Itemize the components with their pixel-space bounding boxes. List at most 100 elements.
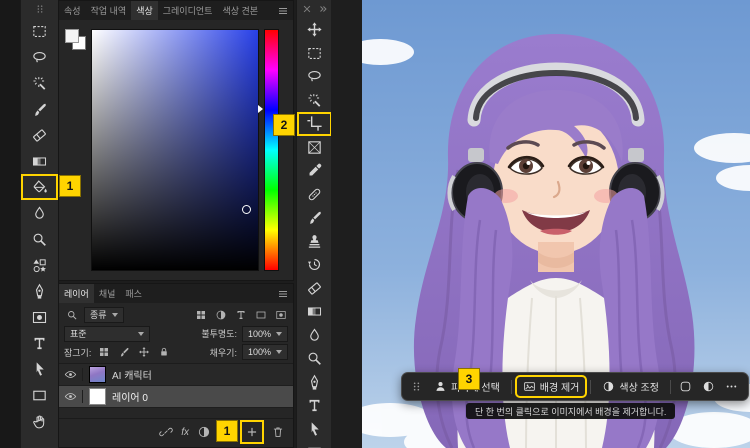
filter-smart-objects-icon[interactable] <box>273 309 288 321</box>
tool-gradient[interactable] <box>297 300 332 324</box>
main-toolbar <box>296 0 333 448</box>
tool-marquee[interactable] <box>297 42 332 66</box>
tool-pen[interactable] <box>21 278 58 304</box>
layer-thumbnail[interactable] <box>89 388 106 405</box>
tool-eraser[interactable] <box>21 122 58 148</box>
opacity-value[interactable]: 100% <box>242 326 288 342</box>
color-picker-dot[interactable] <box>242 205 251 214</box>
tab-색상 견본[interactable]: 색상 견본 <box>217 1 263 20</box>
layer-list: AI 캐릭터 레이어 0 <box>59 363 293 408</box>
tab-채널[interactable]: 채널 <box>94 284 121 303</box>
foreground-color-swatch[interactable] <box>65 29 79 43</box>
eraser-icon <box>306 280 323 297</box>
link-layers-icon[interactable] <box>159 425 173 439</box>
tab-작업 내역[interactable]: 작업 내역 <box>86 1 132 20</box>
tool-type[interactable] <box>297 394 332 418</box>
tool-lasso[interactable] <box>21 44 58 70</box>
filter-type-layers-icon[interactable] <box>233 309 248 321</box>
visibility-eye-icon[interactable] <box>64 368 83 381</box>
tab-속성[interactable]: 속성 <box>59 1 86 20</box>
heal-icon <box>306 186 323 203</box>
tool-pen[interactable] <box>297 371 332 395</box>
tool-dodge[interactable] <box>21 226 58 252</box>
tab-레이어[interactable]: 레이어 <box>59 284 94 303</box>
tool-shapes[interactable] <box>21 252 58 278</box>
tool-heal[interactable] <box>297 183 332 207</box>
rounded-shape-icon <box>679 380 692 393</box>
tab-색상[interactable]: 색상 <box>131 1 158 20</box>
adjustment-layer-icon[interactable] <box>197 425 211 439</box>
visibility-eye-icon[interactable] <box>64 390 83 403</box>
filter-pixel-layers-icon[interactable] <box>193 309 208 321</box>
layer-row-layer-0[interactable]: 레이어 0 <box>59 386 293 408</box>
filter-shape-layers-icon[interactable] <box>253 309 268 321</box>
tool-stamp[interactable] <box>297 230 332 254</box>
new-layer-button[interactable] <box>241 421 263 443</box>
tool-path-select[interactable] <box>21 356 58 382</box>
tool-hand[interactable] <box>21 408 58 434</box>
tool-type[interactable] <box>21 330 58 356</box>
divider <box>670 380 671 394</box>
layers-bottom-bar: fx <box>59 418 293 445</box>
layer-thumbnail[interactable] <box>89 366 106 383</box>
mask-icon <box>31 309 48 326</box>
tool-blur[interactable] <box>21 200 58 226</box>
fill-label: 채우기: <box>210 346 237 359</box>
layer-filter-select[interactable]: 종류 <box>84 307 124 323</box>
taskbar-drag-handle[interactable] <box>408 380 425 393</box>
layer-effects-button[interactable]: fx <box>181 427 189 438</box>
tool-dodge[interactable] <box>297 347 332 371</box>
tool-crop[interactable] <box>297 112 332 136</box>
contrast-button[interactable] <box>698 377 719 396</box>
hue-slider[interactable] <box>264 29 279 271</box>
fill-value[interactable]: 100% <box>242 344 288 360</box>
foreground-background-swatches[interactable] <box>65 29 87 51</box>
saturation-brightness-field[interactable] <box>91 29 259 271</box>
delete-layer-icon[interactable] <box>271 425 285 439</box>
color-panel-menu-button[interactable] <box>277 4 289 22</box>
tool-marquee[interactable] <box>21 18 58 44</box>
tool-move[interactable] <box>297 18 332 42</box>
tool-gradient[interactable] <box>21 148 58 174</box>
tool-blur[interactable] <box>297 324 332 348</box>
adjust-color-button[interactable]: 색상 조정 <box>595 376 666 397</box>
lock-transparency-icon[interactable] <box>96 346 111 358</box>
more-options-button[interactable] <box>721 377 742 396</box>
tab-그레이디언트[interactable]: 그레이디언트 <box>158 1 218 20</box>
tool-mask[interactable] <box>21 304 58 330</box>
remove-background-button[interactable]: 배경 제거 <box>516 376 587 397</box>
lock-label: 잠그기: <box>64 346 91 359</box>
tool-eraser[interactable] <box>297 277 332 301</box>
tool-brush[interactable] <box>297 206 332 230</box>
lock-pixels-icon[interactable] <box>116 346 131 358</box>
chevron-down-icon <box>276 332 282 336</box>
shape-tool-button[interactable] <box>675 377 696 396</box>
blur-icon <box>306 327 323 344</box>
tool-rectangle[interactable] <box>297 441 332 448</box>
filter-adjustment-layers-icon[interactable] <box>213 309 228 321</box>
tool-frame[interactable] <box>297 136 332 160</box>
lock-position-icon[interactable] <box>136 346 151 358</box>
tool-lasso[interactable] <box>297 65 332 89</box>
canvas-area: 피사체 선택 배경 제거 색상 조정 단 한 번 <box>331 0 750 448</box>
layer-row-ai-character[interactable]: AI 캐릭터 <box>59 364 293 386</box>
tool-paint-bucket[interactable] <box>21 174 58 200</box>
hue-slider-marker[interactable] <box>258 105 263 113</box>
tool-history-brush[interactable] <box>297 253 332 277</box>
tab-패스[interactable]: 패스 <box>120 284 147 303</box>
tool-magic-wand[interactable] <box>21 70 58 96</box>
left-toolbar-header[interactable] <box>21 0 58 18</box>
blend-mode-select[interactable]: 표준 <box>64 326 150 342</box>
main-toolbar-header[interactable] <box>297 0 332 18</box>
lock-all-icon[interactable] <box>156 346 171 358</box>
tool-rectangle[interactable] <box>21 382 58 408</box>
layer-filter-row: 종류 <box>59 305 293 324</box>
opacity-label: 불투명도: <box>201 327 237 340</box>
tool-brush[interactable] <box>21 96 58 122</box>
layers-panel-menu-button[interactable] <box>277 287 289 305</box>
marquee-icon <box>31 23 48 40</box>
toolbar-grip-icon <box>35 4 45 14</box>
tool-path-select[interactable] <box>297 418 332 442</box>
tool-eyedropper[interactable] <box>297 159 332 183</box>
tool-magic-wand[interactable] <box>297 89 332 113</box>
